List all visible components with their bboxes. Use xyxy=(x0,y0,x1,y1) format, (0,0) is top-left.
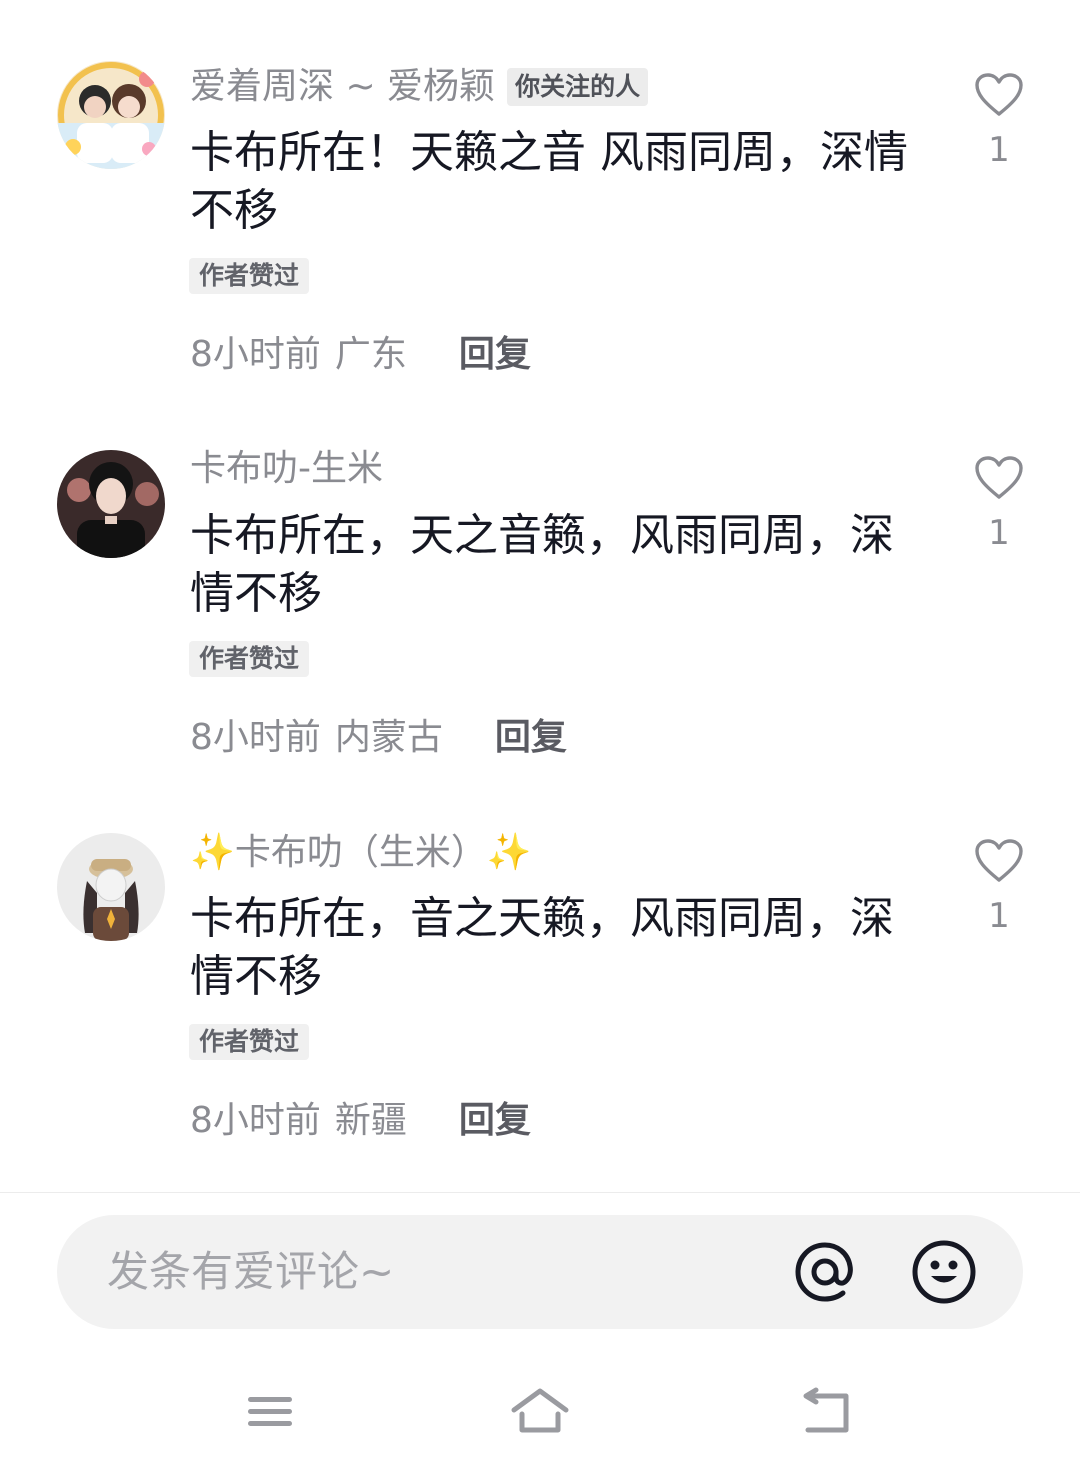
comment-time: 8小时前 xyxy=(190,334,321,375)
comment-input[interactable]: 发条有爱评论~ xyxy=(107,1215,394,1329)
like-button[interactable]: 1 xyxy=(972,838,1026,936)
system-nav-bar xyxy=(0,1360,1080,1478)
divider xyxy=(0,1192,1080,1193)
comment-time: 8小时前 xyxy=(190,717,321,758)
at-icon[interactable] xyxy=(790,1237,860,1307)
avatar[interactable] xyxy=(57,61,165,169)
avatar[interactable] xyxy=(57,833,165,941)
username-row: 卡布叻-生米 xyxy=(190,444,383,494)
avatar[interactable] xyxy=(57,450,165,558)
heart-outline-icon[interactable] xyxy=(974,838,1024,884)
reply-button[interactable]: 回复 xyxy=(459,325,531,377)
comment-meta: 8小时前 新疆 回复 xyxy=(190,1092,531,1142)
author-liked-badge: 作者赞过 xyxy=(189,1024,310,1060)
comment-location: 新疆 xyxy=(334,1100,407,1141)
like-button[interactable]: 1 xyxy=(972,455,1026,553)
username[interactable]: 爱着周深 ~ 爱杨颖 xyxy=(190,62,495,112)
follow-badge: 你关注的人 xyxy=(507,68,649,106)
username[interactable]: ✨卡布叻（生米）✨ xyxy=(190,828,532,878)
reply-button[interactable]: 回复 xyxy=(495,708,567,760)
comment-meta: 8小时前 内蒙古 回复 xyxy=(190,709,567,759)
comment-time: 8小时前 xyxy=(190,1100,321,1141)
comment-text[interactable]: 卡布所在！天籁之音 风雨同周，深情不移 xyxy=(190,124,910,240)
comment-input-bar[interactable]: 发条有爱评论~ xyxy=(57,1215,1023,1329)
heart-outline-icon[interactable] xyxy=(974,455,1024,501)
like-button[interactable]: 1 xyxy=(972,72,1026,170)
comment-meta: 8小时前 广东 回复 xyxy=(190,326,531,376)
username-row: 爱着周深 ~ 爱杨颖 你关注的人 xyxy=(190,62,649,112)
comment-location: 内蒙古 xyxy=(334,717,443,758)
heart-outline-icon[interactable] xyxy=(974,72,1024,118)
smiley-emoji-icon[interactable] xyxy=(909,1237,979,1307)
reply-button[interactable]: 回复 xyxy=(459,1091,531,1143)
comment-text[interactable]: 卡布所在，音之天籁，风雨同周，深情不移 xyxy=(190,890,910,1006)
username[interactable]: 卡布叻-生米 xyxy=(190,444,383,494)
author-liked-badge: 作者赞过 xyxy=(189,258,310,294)
home-icon[interactable] xyxy=(510,1386,570,1436)
back-icon[interactable] xyxy=(800,1386,852,1436)
comment-page: 爱着周深 ~ 爱杨颖 你关注的人 卡布所在！天籁之音 风雨同周，深情不移 作者赞… xyxy=(0,0,1080,1478)
username-row: ✨卡布叻（生米）✨ xyxy=(190,828,532,878)
comment-text[interactable]: 卡布所在，天之音籁，风雨同周，深情不移 xyxy=(190,507,910,623)
menu-icon[interactable] xyxy=(246,1386,294,1436)
like-count: 1 xyxy=(988,130,1010,170)
comment-location: 广东 xyxy=(334,334,407,375)
like-count: 1 xyxy=(988,513,1010,553)
author-liked-badge: 作者赞过 xyxy=(189,641,310,677)
like-count: 1 xyxy=(988,896,1010,936)
